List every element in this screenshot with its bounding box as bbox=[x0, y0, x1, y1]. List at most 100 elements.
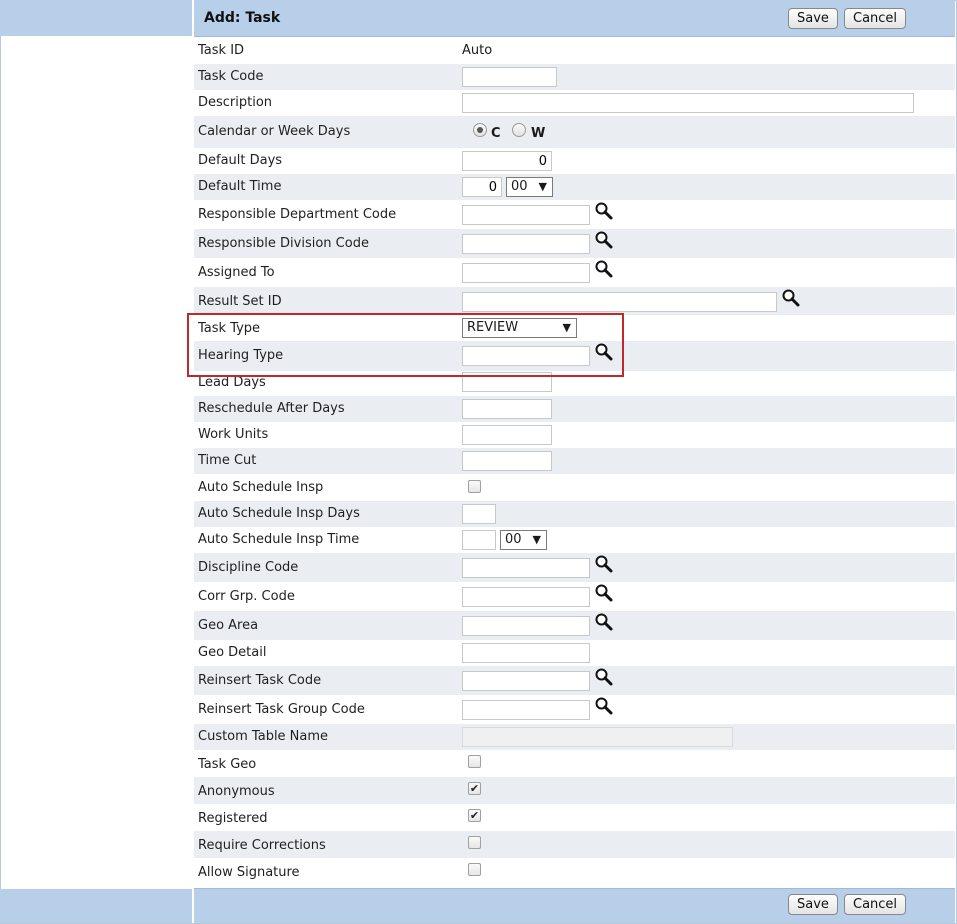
footer-corner bbox=[0, 889, 194, 923]
auto-schedule-insp-time-label: Auto Schedule Insp Time bbox=[198, 532, 360, 547]
cancel-button-top[interactable]: Cancel bbox=[844, 8, 907, 29]
corr-grp-code-input[interactable] bbox=[462, 587, 590, 607]
row-task-id: Task ID Auto bbox=[194, 37, 955, 64]
triangle-down-icon: ▼ bbox=[532, 533, 541, 546]
result-set-id-input[interactable] bbox=[462, 292, 777, 312]
geo-detail-label: Geo Detail bbox=[198, 645, 267, 660]
task-code-input[interactable] bbox=[462, 67, 557, 87]
row-auto-schedule-insp-time: Auto Schedule Insp Time 00 ▼ bbox=[194, 527, 955, 553]
row-auto-schedule-insp: Auto Schedule Insp bbox=[194, 474, 955, 501]
description-input[interactable] bbox=[462, 93, 914, 113]
reschedule-after-days-label: Reschedule After Days bbox=[198, 401, 345, 416]
magnifier-icon[interactable] bbox=[594, 554, 614, 574]
row-discipline-code: Discipline Code bbox=[194, 553, 955, 582]
time-cut-label: Time Cut bbox=[198, 453, 257, 468]
row-calendar-week-days: Calendar or Week Days C W bbox=[194, 116, 955, 148]
row-reinsert-task-code: Reinsert Task Code bbox=[194, 666, 955, 695]
magnifier-icon[interactable] bbox=[594, 230, 614, 250]
default-time-label: Default Time bbox=[198, 179, 282, 194]
row-registered: Registered ✔ bbox=[194, 804, 955, 831]
row-corr-grp-code: Corr Grp. Code bbox=[194, 582, 955, 611]
auto-schedule-insp-days-input[interactable] bbox=[462, 504, 496, 524]
hearing-type-input[interactable] bbox=[462, 346, 590, 366]
save-button-top[interactable]: Save bbox=[788, 8, 838, 29]
discipline-code-input[interactable] bbox=[462, 558, 590, 578]
assigned-to-label: Assigned To bbox=[198, 265, 275, 280]
lead-days-label: Lead Days bbox=[198, 375, 266, 390]
reschedule-after-days-input[interactable] bbox=[462, 399, 552, 419]
auto-schedule-insp-time-minute-select[interactable]: 00 ▼ bbox=[500, 530, 547, 550]
description-label: Description bbox=[198, 95, 273, 110]
allow-signature-checkbox[interactable] bbox=[468, 863, 481, 876]
calendar-days-radio[interactable] bbox=[473, 123, 487, 137]
geo-area-input[interactable] bbox=[462, 616, 590, 636]
task-type-value: REVIEW bbox=[467, 320, 519, 335]
assigned-to-input[interactable] bbox=[462, 263, 590, 283]
task-type-label: Task Type bbox=[198, 321, 261, 336]
require-corrections-label: Require Corrections bbox=[198, 838, 326, 853]
calendar-week-days-label: Calendar or Week Days bbox=[198, 124, 351, 139]
responsible-department-code-input[interactable] bbox=[462, 205, 590, 225]
default-time-minute-select[interactable]: 00 ▼ bbox=[506, 177, 553, 197]
row-description: Description bbox=[194, 90, 955, 116]
task-id-value: Auto bbox=[462, 43, 493, 58]
work-units-input[interactable] bbox=[462, 425, 552, 445]
allow-signature-label: Allow Signature bbox=[198, 865, 300, 880]
discipline-code-label: Discipline Code bbox=[198, 560, 299, 575]
row-auto-schedule-insp-days: Auto Schedule Insp Days bbox=[194, 501, 955, 527]
row-task-geo: Task Geo bbox=[194, 750, 955, 777]
geo-area-label: Geo Area bbox=[198, 618, 259, 633]
task-geo-checkbox[interactable] bbox=[468, 755, 481, 768]
form-rows: Task ID Auto Task Code Description Calen… bbox=[194, 37, 955, 885]
magnifier-icon[interactable] bbox=[594, 667, 614, 687]
auto-schedule-insp-checkbox[interactable] bbox=[468, 480, 481, 493]
checkmark-icon: ✔ bbox=[469, 782, 480, 795]
footer-bar: Save Cancel bbox=[0, 888, 955, 923]
magnifier-icon[interactable] bbox=[594, 342, 614, 362]
row-hearing-type: Hearing Type bbox=[194, 341, 955, 371]
responsible-division-code-input[interactable] bbox=[462, 234, 590, 254]
row-responsible-department-code: Responsible Department Code bbox=[194, 200, 955, 229]
magnifier-icon[interactable] bbox=[594, 259, 614, 279]
row-lead-days: Lead Days bbox=[194, 371, 955, 396]
task-geo-label: Task Geo bbox=[198, 757, 257, 772]
row-task-type: Task Type REVIEW ▼ bbox=[194, 315, 955, 341]
save-button-bottom[interactable]: Save bbox=[788, 894, 838, 915]
magnifier-icon[interactable] bbox=[594, 612, 614, 632]
lead-days-input[interactable] bbox=[462, 372, 552, 392]
week-days-radio-label: W bbox=[531, 126, 546, 141]
time-cut-input[interactable] bbox=[462, 451, 552, 471]
work-units-label: Work Units bbox=[198, 427, 269, 442]
week-days-radio[interactable] bbox=[512, 123, 526, 137]
auto-schedule-insp-time-minute-value: 00 bbox=[505, 532, 522, 547]
registered-label: Registered bbox=[198, 811, 268, 826]
task-code-label: Task Code bbox=[198, 69, 264, 84]
default-days-input[interactable] bbox=[462, 151, 552, 171]
registered-checkbox[interactable]: ✔ bbox=[468, 809, 481, 822]
cancel-button-bottom[interactable]: Cancel bbox=[844, 894, 907, 915]
geo-detail-input[interactable] bbox=[462, 643, 590, 663]
anonymous-checkbox[interactable]: ✔ bbox=[468, 782, 481, 795]
corr-grp-code-label: Corr Grp. Code bbox=[198, 589, 295, 604]
auto-schedule-insp-time-hour-input[interactable] bbox=[462, 530, 496, 550]
triangle-down-icon: ▼ bbox=[538, 180, 547, 193]
row-custom-table-name: Custom Table Name bbox=[194, 724, 955, 750]
reinsert-task-code-input[interactable] bbox=[462, 671, 590, 691]
magnifier-icon[interactable] bbox=[594, 696, 614, 716]
hearing-type-label: Hearing Type bbox=[198, 348, 284, 363]
task-type-select[interactable]: REVIEW ▼ bbox=[462, 318, 577, 338]
responsible-department-code-label: Responsible Department Code bbox=[198, 207, 397, 222]
magnifier-icon[interactable] bbox=[594, 201, 614, 221]
row-default-time: Default Time 00 ▼ bbox=[194, 174, 955, 200]
row-geo-area: Geo Area bbox=[194, 611, 955, 640]
require-corrections-checkbox[interactable] bbox=[468, 836, 481, 849]
header-bar: Add: Task Save Cancel bbox=[0, 0, 955, 37]
row-work-units: Work Units bbox=[194, 422, 955, 448]
checkmark-icon: ✔ bbox=[469, 809, 480, 822]
default-time-hour-input[interactable] bbox=[462, 177, 502, 197]
row-require-corrections: Require Corrections bbox=[194, 831, 955, 858]
magnifier-icon[interactable] bbox=[594, 583, 614, 603]
reinsert-task-group-code-input[interactable] bbox=[462, 700, 590, 720]
magnifier-icon[interactable] bbox=[781, 288, 801, 308]
row-result-set-id: Result Set ID bbox=[194, 287, 955, 315]
